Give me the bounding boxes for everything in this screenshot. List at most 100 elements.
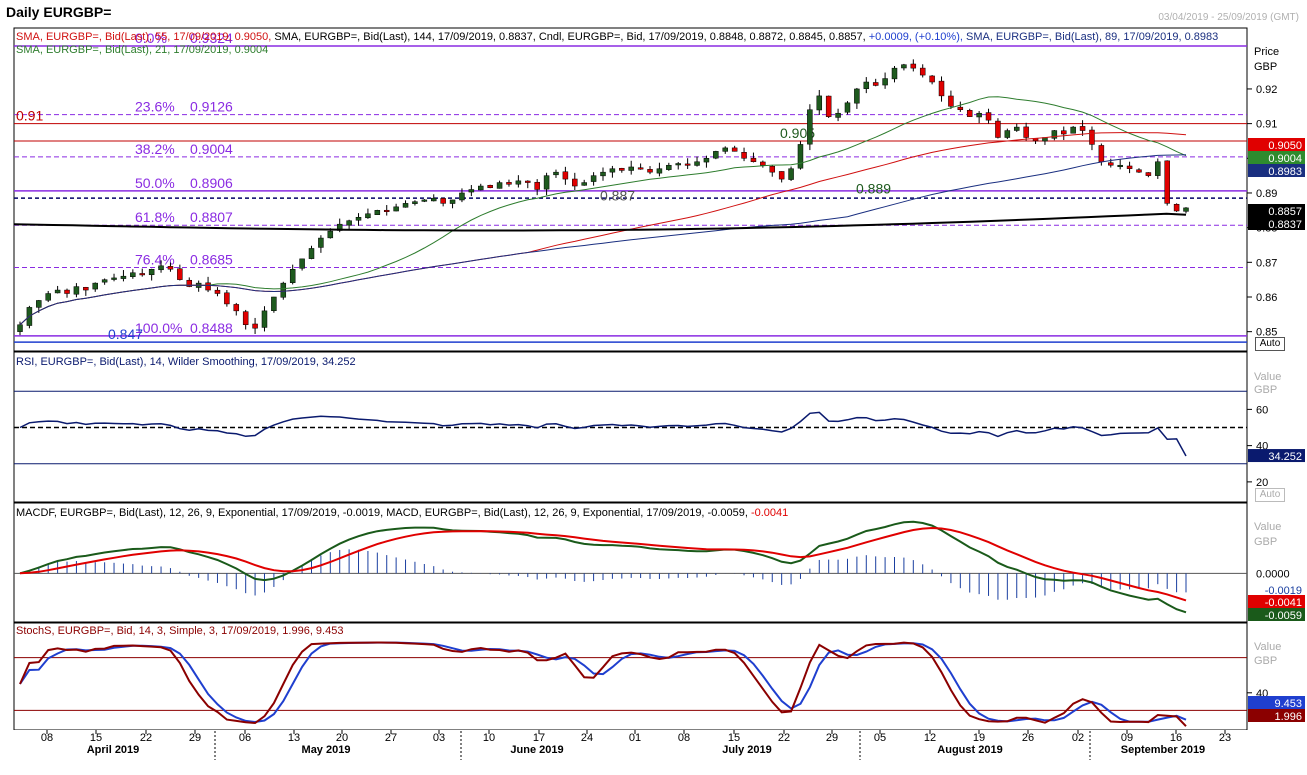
candle-body (487, 184, 493, 189)
fib-pct-2: 38.2% (135, 141, 175, 157)
candle-body (666, 164, 672, 170)
candle-body (83, 287, 89, 291)
annotation-4: 0.847 (108, 326, 143, 342)
candle-body (590, 175, 597, 182)
candle-body (901, 64, 907, 69)
candle-body (572, 178, 578, 187)
candle-body (468, 189, 475, 193)
annotation-0: 0.91 (16, 108, 43, 124)
rsi-axis-title: Value (1254, 371, 1281, 383)
candle-body (722, 147, 728, 152)
candle-body (609, 168, 616, 173)
candle-body (393, 206, 399, 212)
x-day-label: 09 (1121, 732, 1133, 744)
candle-body (318, 237, 324, 248)
candle-body (553, 171, 559, 176)
fib-pct-1: 23.6% (135, 99, 175, 115)
fib-value-4: 0.8807 (190, 209, 233, 225)
price-legend-item-4: SMA, EURGBP=, Bid(Last), 89, 17/09/2019,… (966, 31, 1218, 43)
candle-body (637, 167, 644, 170)
candle-body (299, 258, 305, 269)
candle-body (948, 95, 954, 107)
chart-canvas[interactable]: 0.0% 0.932423.6% 0.912638.2% 0.900450.0% 0.8… (0, 0, 1307, 775)
candle-body (534, 181, 540, 190)
candle-body (1183, 207, 1189, 212)
candle-body (713, 151, 719, 159)
x-day-label: 08 (678, 732, 690, 744)
candle-body (760, 161, 766, 166)
candle-body (36, 300, 42, 308)
x-day-label: 23 (1219, 732, 1231, 744)
candle-body (233, 304, 240, 312)
candle-body (45, 293, 51, 301)
macd-legend-item-0: MACDF, EURGBP=, Bid(Last), 12, 26, 9, Ex… (16, 507, 386, 519)
stoch-k-line (19, 641, 1187, 727)
x-month-label: June 2019 (510, 744, 563, 756)
price-label-3: 0.8857 (1268, 206, 1302, 218)
candle-body (139, 273, 145, 276)
macd-panel-frame (13, 502, 1248, 623)
candle-body (750, 157, 757, 163)
candle-body (600, 171, 606, 177)
candle-body (177, 268, 183, 280)
macd-zero-label: 0.0000 (1256, 568, 1290, 580)
fib-pct-5: 76.4% (135, 252, 175, 268)
candle-body (64, 289, 70, 294)
candle-body (619, 167, 625, 171)
rsi-auto-button[interactable]: Auto (1255, 488, 1285, 502)
candle-body (120, 275, 127, 279)
price-tick-label: 0.86 (1256, 292, 1277, 304)
x-day-label: 29 (826, 732, 838, 744)
price-legend-item-3: +0.0009, (+0.10%), (869, 31, 966, 43)
candle-body (1079, 126, 1086, 131)
candle-body (1164, 160, 1170, 204)
candle-body (421, 199, 428, 202)
candle-body (205, 282, 211, 291)
candle-body (327, 230, 334, 239)
candle-body (1013, 126, 1020, 131)
candle-body (1004, 130, 1011, 138)
candle-body (412, 201, 418, 204)
candle-body (308, 248, 315, 259)
candle-body (73, 286, 80, 295)
fib-value-2: 0.9004 (190, 141, 233, 157)
x-day-label: 10 (483, 732, 495, 744)
x-month-label: September 2019 (1121, 744, 1205, 756)
fib-value-3: 0.8906 (190, 175, 233, 191)
candle-body (825, 95, 832, 117)
candle-body (242, 311, 249, 325)
x-day-label: 26 (1022, 732, 1034, 744)
candle-body (854, 88, 860, 104)
x-day-label: 19 (973, 732, 985, 744)
candle-body (374, 210, 381, 215)
macd-axis-title: Value (1254, 521, 1281, 533)
x-day-label: 22 (778, 732, 790, 744)
candle-body (167, 266, 174, 270)
candle-body (976, 112, 982, 118)
candle-body (703, 158, 710, 163)
stoch-axis-unit: GBP (1254, 655, 1277, 667)
x-day-label: 13 (288, 732, 300, 744)
candle-body (515, 180, 522, 185)
macd-axis-unit: GBP (1254, 536, 1277, 548)
candle-body (402, 203, 409, 208)
x-day-label: 12 (924, 732, 936, 744)
x-day-label: 22 (140, 732, 152, 744)
candle-body (506, 182, 512, 185)
macdf-line (19, 520, 1187, 614)
candle-body (647, 169, 653, 173)
candle-body (628, 166, 634, 171)
macd-label-2: -0.0059 (1265, 610, 1302, 622)
candle-body (1145, 172, 1152, 176)
candle-body (478, 185, 484, 191)
candle-body (346, 220, 352, 226)
candle-body (844, 102, 851, 113)
candle-body (1023, 126, 1029, 138)
candle-body (656, 168, 663, 174)
candle-body (289, 269, 296, 283)
candle-body (430, 197, 437, 202)
price-tick-label: 0.89 (1256, 188, 1277, 200)
price-legend-item-0: SMA, EURGBP=, Bid(Last), 55, 17/09/2019,… (16, 31, 274, 43)
price-auto-button[interactable]: Auto (1255, 337, 1285, 351)
candle-body (985, 112, 992, 121)
